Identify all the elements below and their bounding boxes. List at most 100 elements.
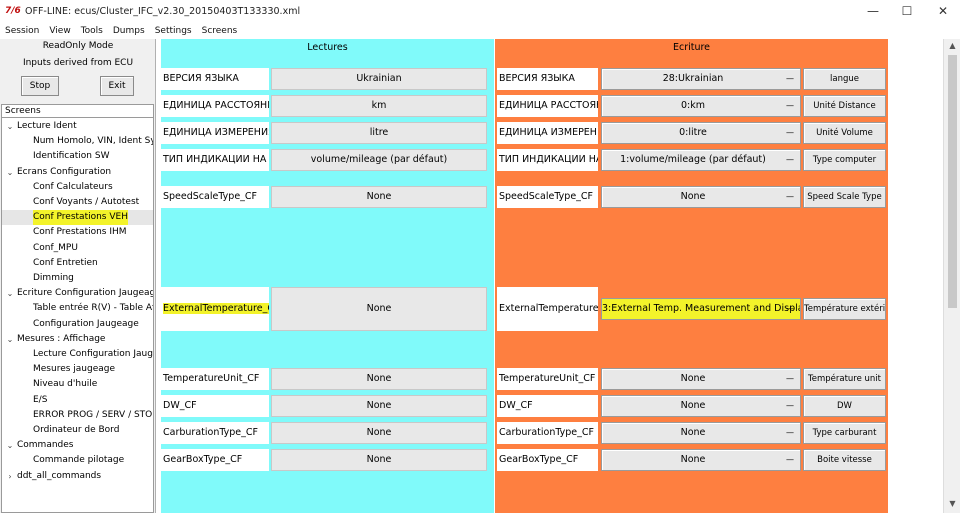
scroll-down-icon[interactable]: ▼ (944, 497, 960, 511)
tree-item-label: Conf Calculateurs (33, 181, 113, 192)
ecriture-value-select[interactable]: 3:External Temp. Measurement and Display… (601, 298, 801, 320)
write-button[interactable]: langue (803, 68, 886, 90)
scroll-up-icon[interactable]: ▲ (944, 39, 960, 53)
write-button[interactable]: Speed Scale Type (803, 186, 886, 208)
dropdown-arrow-icon[interactable]: — (786, 369, 794, 389)
dropdown-arrow-icon[interactable]: — (786, 396, 794, 416)
screens-tree[interactable]: ⌄Lecture IdentNum Homolo, VIN, Ident Sys… (1, 118, 154, 513)
write-button[interactable]: Température extérieure (803, 298, 886, 320)
dropdown-arrow-icon[interactable]: — (786, 299, 794, 319)
menu-settings[interactable]: Settings (150, 26, 197, 36)
dropdown-arrow-icon[interactable]: — (786, 123, 794, 143)
collapse-icon[interactable]: ⌄ (5, 165, 15, 180)
dropdown-arrow-icon[interactable]: — (786, 69, 794, 89)
tree-item[interactable]: Niveau d'huile (2, 377, 153, 392)
collapse-icon[interactable]: ⌄ (5, 286, 15, 301)
tree-item[interactable]: Conf_MPU (2, 241, 153, 256)
tree-item[interactable]: Table entrée R(V) - Table Affic (2, 301, 153, 316)
vertical-scrollbar[interactable]: ▲ ▼ (943, 39, 960, 513)
ecriture-value-select[interactable]: 28:Ukrainian — (601, 68, 801, 90)
write-button[interactable]: DW (803, 395, 886, 417)
tree-item[interactable]: Conf Voyants / Autotest (2, 195, 153, 210)
tree-item[interactable]: E/S (2, 393, 153, 408)
ecriture-value-select[interactable]: 1:volume/mileage (par défaut) — (601, 149, 801, 171)
ecriture-value-select[interactable]: None — (601, 368, 801, 390)
tree-item[interactable]: ⌄ Commandes (2, 438, 153, 453)
lectures-field-label-text: TemperatureUnit_CF (163, 373, 260, 384)
tree-item[interactable]: Configuration Jaugeage (2, 317, 153, 332)
lectures-field-label-text: ВЕРСИЯ ЯЗЫКА (163, 73, 239, 84)
tree-item[interactable]: Num Homolo, VIN, Ident Syste (2, 134, 153, 149)
menu-view[interactable]: View (44, 26, 75, 36)
write-button[interactable]: Boite vitesse (803, 449, 886, 471)
tree-item-label: Ordinateur de Bord (33, 425, 120, 435)
ecriture-value-select[interactable]: None — (601, 422, 801, 444)
lectures-field-label-text: CarburationType_CF (163, 427, 259, 438)
menu-tools[interactable]: Tools (76, 26, 108, 36)
ecriture-field-label: CarburationType_CF (497, 422, 598, 444)
close-button[interactable]: ✕ (926, 0, 960, 22)
write-button[interactable]: Type computer (803, 149, 886, 171)
menu-dumps[interactable]: Dumps (108, 26, 150, 36)
menu-screens[interactable]: Screens (197, 26, 243, 36)
ecriture-field-label: ВЕРСИЯ ЯЗЫКА (497, 68, 598, 90)
tree-item[interactable]: ⌄ Mesures : Affichage (2, 332, 153, 347)
ecriture-value-select[interactable]: None — (601, 395, 801, 417)
tree-item[interactable]: ⌄ Lecture Ident (2, 119, 153, 134)
expand-icon[interactable]: › (5, 469, 15, 484)
ecriture-field-label: GearBoxType_CF (497, 449, 598, 471)
tree-item[interactable]: Commande pilotage (2, 453, 153, 468)
tree-item[interactable]: Conf Prestations IHM (2, 225, 153, 240)
lectures-field-label: ЕДИНИЦА РАССТОЯНИ (161, 95, 269, 117)
select-value: None (680, 373, 706, 384)
title-bar: 7/6 OFF-LINE: ecus/Cluster_IFC_v2.30_201… (0, 0, 960, 22)
tree-item-label: Commande pilotage (33, 455, 125, 466)
exit-button[interactable]: Exit (100, 76, 134, 96)
tree-item[interactable]: › ddt_all_commands (2, 469, 153, 484)
write-button[interactable]: Unité Volume (803, 122, 886, 144)
ecriture-value-select[interactable]: None — (601, 449, 801, 471)
tree-item[interactable]: Conf Prestations VEH (2, 210, 153, 226)
tree-item-label: Identification SW (33, 151, 110, 162)
tree-item[interactable]: ⌄ Ecriture Configuration Jaugeage (2, 286, 153, 301)
ecriture-value-select[interactable]: 0:km — (601, 95, 801, 117)
tree-item[interactable]: Conf Entretien (2, 256, 153, 271)
dropdown-arrow-icon[interactable]: — (786, 423, 794, 443)
window-title: OFF-LINE: ecus/Cluster_IFC_v2.30_2015040… (25, 5, 301, 17)
dropdown-arrow-icon[interactable]: — (786, 187, 794, 207)
tree-item[interactable]: ⌄ Ecrans Configuration (2, 165, 153, 180)
collapse-icon[interactable]: ⌄ (5, 438, 15, 453)
write-button[interactable]: Type carburant (803, 422, 886, 444)
tree-item[interactable]: ERROR PROG / SERV / STOP/ F (2, 408, 153, 423)
write-button[interactable]: Unité Distance (803, 95, 886, 117)
tree-item-label: Conf_MPU (33, 242, 78, 253)
tree-item[interactable]: Conf Calculateurs (2, 180, 153, 195)
stop-button[interactable]: Stop (21, 76, 59, 96)
ecriture-value-select[interactable]: 0:litre — (601, 122, 801, 144)
tree-item[interactable]: Mesures jaugeage (2, 362, 153, 377)
readonly-mode-label: ReadOnly Mode (42, 41, 114, 51)
collapse-icon[interactable]: ⌄ (5, 119, 15, 134)
dropdown-arrow-icon[interactable]: — (786, 450, 794, 470)
scroll-thumb[interactable] (948, 55, 957, 308)
tree-item-label: E/S (33, 394, 48, 405)
tree-item[interactable]: Lecture Configuration Jaugeag (2, 347, 153, 362)
tree-item[interactable]: Dimming (2, 271, 153, 286)
dropdown-arrow-icon[interactable]: — (786, 96, 794, 116)
collapse-icon[interactable]: ⌄ (5, 332, 15, 347)
tree-item[interactable]: Identification SW (2, 149, 153, 164)
lectures-field-label: ЕДИНИЦА ИЗМЕРЕНИЯ (161, 122, 269, 144)
app-icon: 7/6 (5, 6, 21, 16)
select-value: 3:External Temp. Measurement and Display (602, 299, 800, 319)
tree-item-label: Conf Entretien (33, 257, 98, 268)
write-button[interactable]: Température unit (803, 368, 886, 390)
minimize-button[interactable]: — (856, 0, 890, 22)
tree-item[interactable]: Ordinateur de Bord (2, 423, 153, 438)
select-value: 28:Ukrainian (662, 73, 724, 84)
tree-item-label: Conf Prestations IHM (33, 227, 127, 238)
menu-session[interactable]: Session (0, 26, 44, 36)
ecriture-header: Ecriture (672, 42, 711, 53)
maximize-button[interactable]: ☐ (890, 0, 924, 22)
dropdown-arrow-icon[interactable]: — (786, 150, 794, 170)
ecriture-value-select[interactable]: None — (601, 186, 801, 208)
